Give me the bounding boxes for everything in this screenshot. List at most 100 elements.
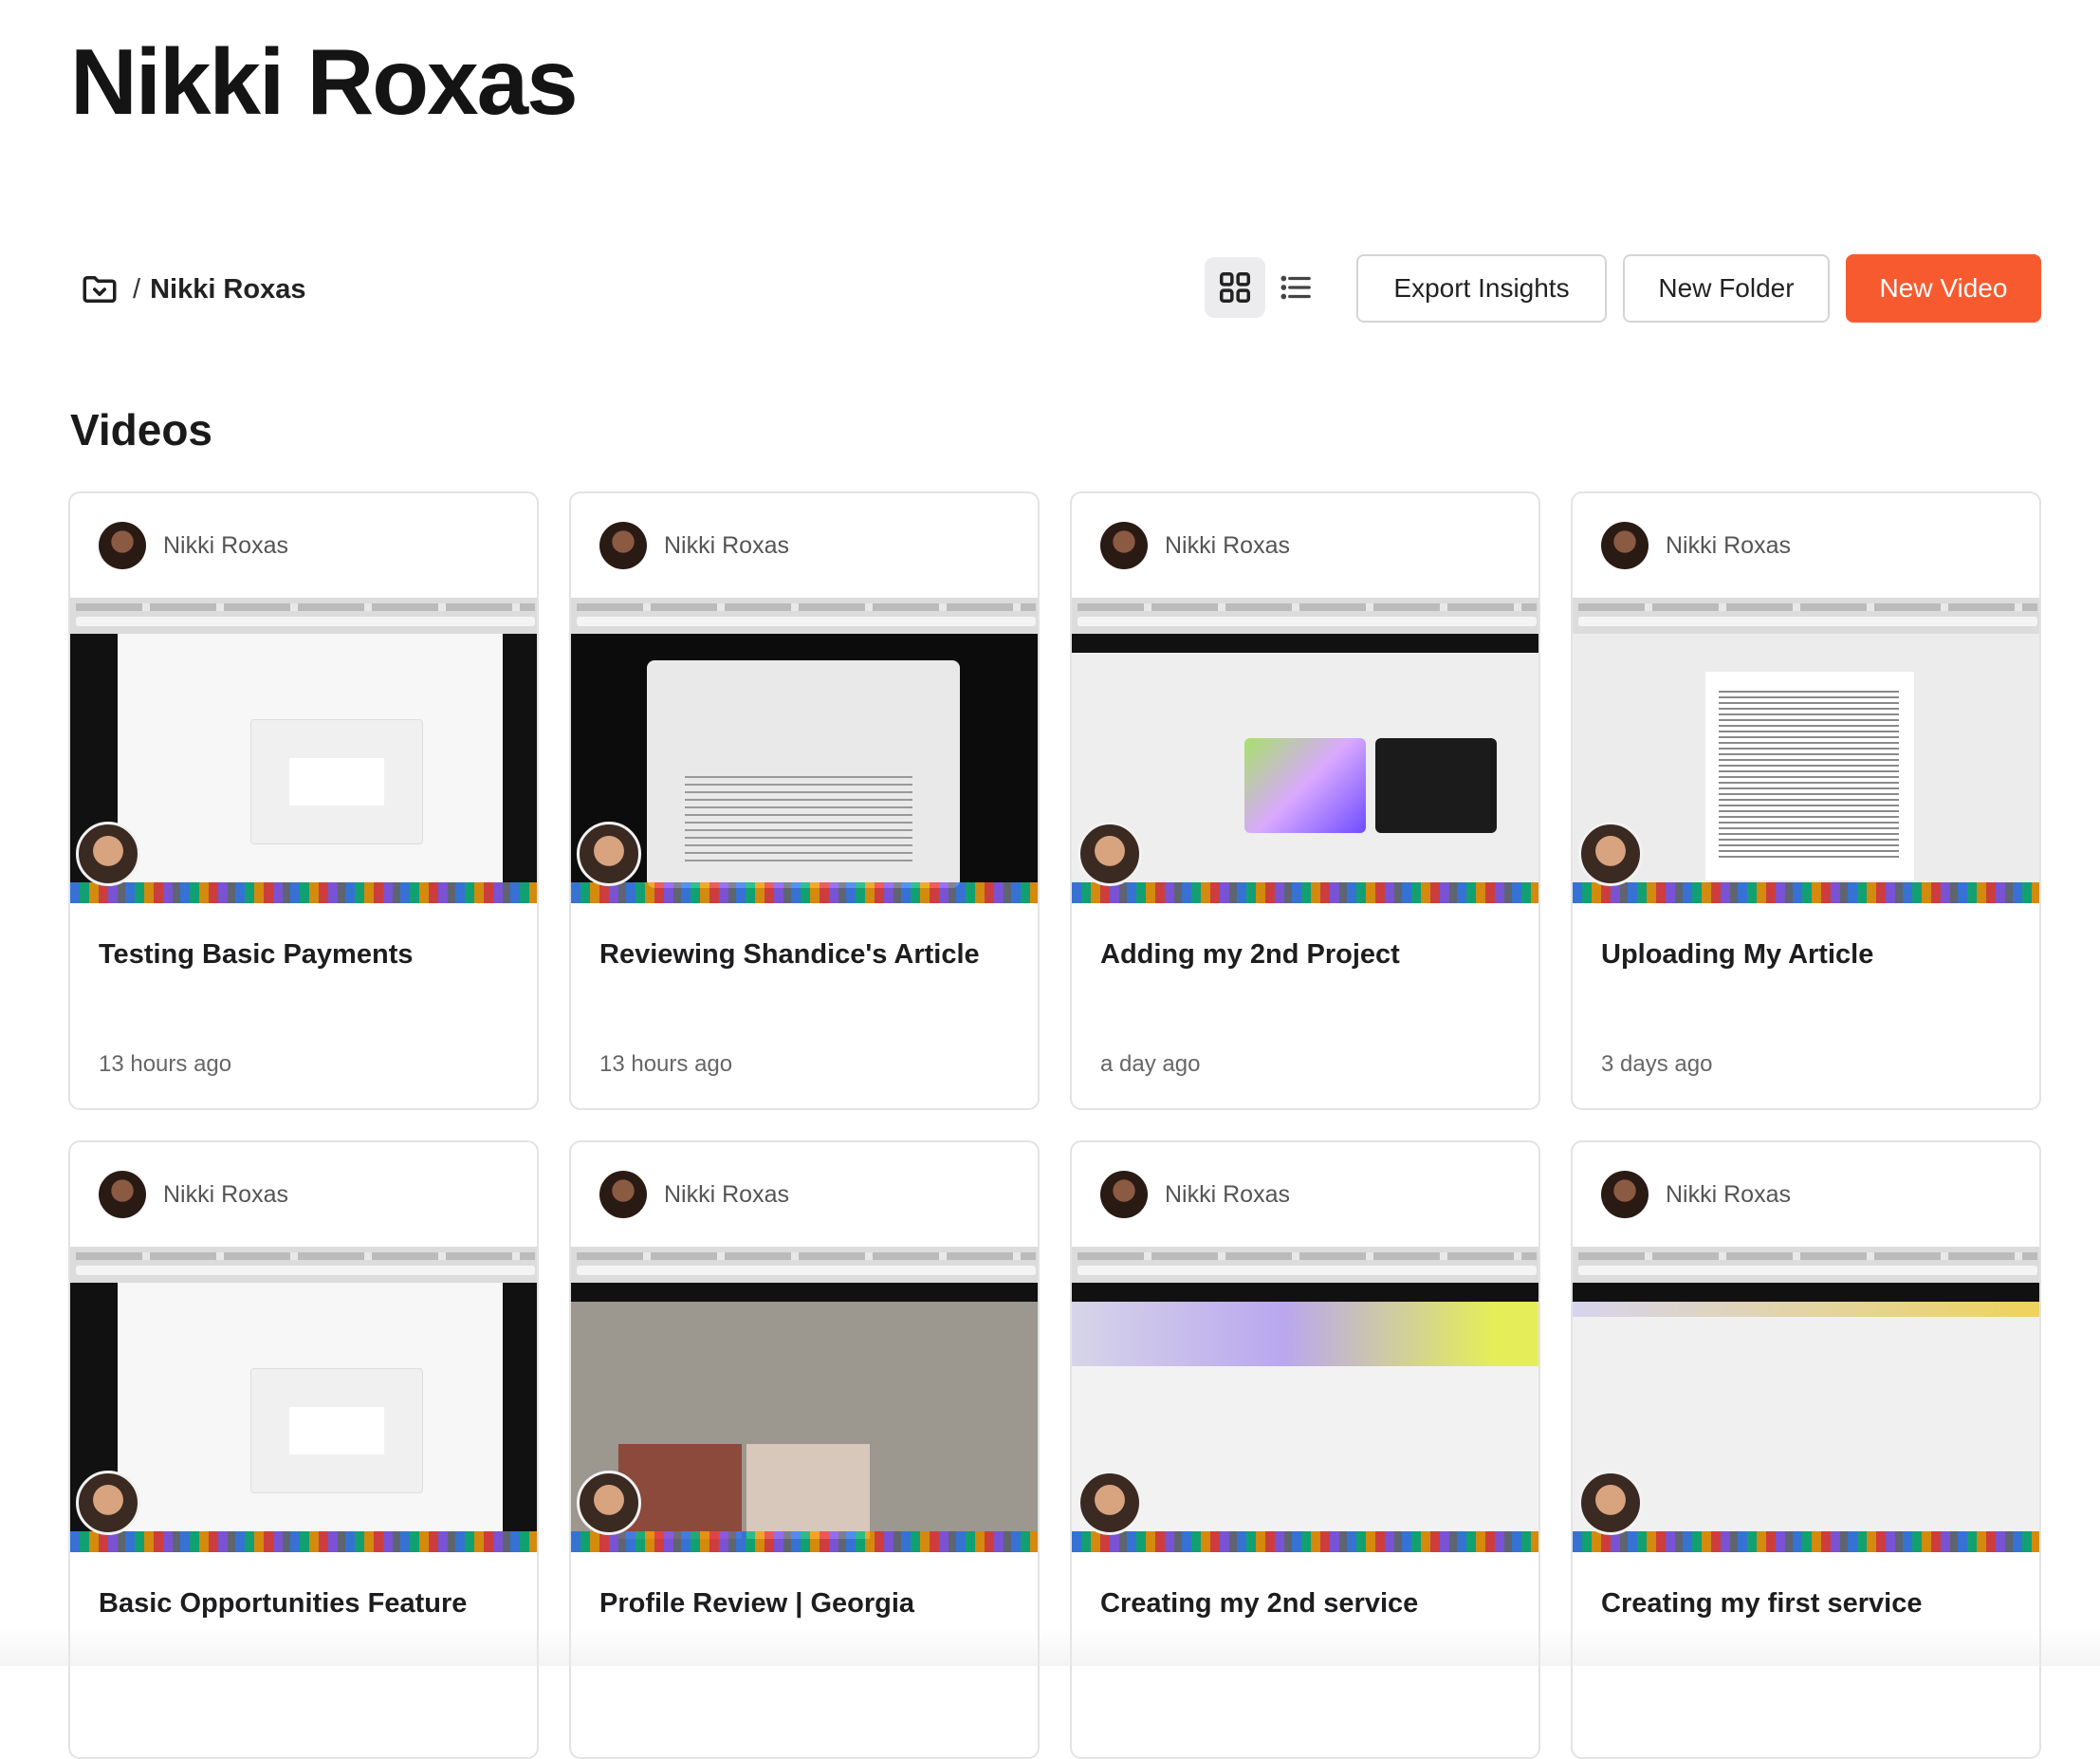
dock	[1573, 1531, 2039, 1552]
author-name: Nikki Roxas	[664, 531, 789, 559]
video-thumbnail[interactable]	[1072, 1247, 1538, 1552]
video-card[interactable]: Nikki Roxas Adding my 2nd Project a day …	[1070, 491, 1540, 1110]
dock	[571, 882, 1038, 903]
breadcrumb-current[interactable]: Nikki Roxas	[150, 274, 305, 306]
video-card[interactable]: Nikki Roxas Creating my 2nd service	[1070, 1140, 1540, 1759]
video-thumbnail[interactable]	[571, 598, 1038, 903]
author-name: Nikki Roxas	[163, 1180, 288, 1208]
screen-content	[70, 1283, 537, 1531]
video-card[interactable]: Nikki Roxas Reviewing Shandice's Article…	[569, 491, 1040, 1110]
author-name: Nikki Roxas	[163, 531, 288, 559]
avatar	[1100, 1171, 1148, 1218]
screen-content	[70, 634, 537, 882]
grid-icon	[1220, 272, 1250, 303]
video-card[interactable]: Nikki Roxas Basic Opportunities Feature	[68, 1140, 539, 1759]
video-card[interactable]: Nikki Roxas Uploading My Article 3 days …	[1571, 491, 2041, 1110]
browser-chrome	[70, 1247, 537, 1284]
dock	[1072, 1531, 1538, 1552]
video-thumbnail[interactable]	[1573, 1247, 2039, 1552]
video-title[interactable]: Adding my 2nd Project	[1100, 939, 1516, 971]
video-thumbnail[interactable]	[1573, 598, 2039, 903]
view-toggle	[1205, 257, 1326, 318]
webcam-bubble	[76, 1471, 140, 1535]
screen-content	[1573, 634, 2039, 882]
video-thumbnail[interactable]	[571, 1247, 1038, 1552]
video-title[interactable]: Creating my first service	[1601, 1588, 2017, 1620]
browser-chrome	[1573, 1247, 2039, 1284]
dock	[1072, 882, 1538, 903]
screen-content	[571, 634, 1038, 888]
webcam-bubble	[1078, 822, 1142, 886]
grid-view-button[interactable]	[1205, 257, 1265, 318]
dock	[571, 1531, 1038, 1552]
screen-content	[1072, 634, 1538, 882]
webcam-bubble	[1578, 822, 1643, 886]
video-timestamp: 13 hours ago	[99, 1051, 232, 1077]
video-thumbnail[interactable]	[1072, 598, 1538, 903]
browser-chrome	[1072, 1247, 1538, 1284]
card-header: Nikki Roxas	[1601, 1171, 1791, 1218]
card-header: Nikki Roxas	[1100, 522, 1290, 569]
author-name: Nikki Roxas	[1165, 1180, 1290, 1208]
webcam-bubble	[76, 822, 140, 886]
avatar	[599, 522, 647, 569]
list-view-button[interactable]	[1265, 257, 1326, 318]
avatar	[99, 1171, 146, 1218]
screen-content	[1573, 1283, 2039, 1531]
card-header: Nikki Roxas	[1601, 522, 1791, 569]
video-timestamp: 13 hours ago	[599, 1051, 733, 1077]
card-header: Nikki Roxas	[99, 1171, 288, 1218]
list-icon	[1280, 275, 1311, 300]
browser-chrome	[571, 598, 1038, 635]
video-title[interactable]: Testing Basic Payments	[99, 939, 514, 971]
webcam-bubble	[1078, 1471, 1142, 1535]
author-name: Nikki Roxas	[1666, 1180, 1791, 1208]
screen-content	[1072, 1283, 1538, 1531]
card-header: Nikki Roxas	[599, 1171, 789, 1218]
new-folder-button[interactable]: New Folder	[1623, 254, 1830, 323]
dock	[1573, 882, 2039, 903]
avatar	[1601, 522, 1649, 569]
video-title[interactable]: Reviewing Shandice's Article	[599, 939, 1015, 971]
video-title[interactable]: Profile Review | Georgia	[599, 1588, 1015, 1620]
dock	[70, 882, 537, 903]
avatar	[99, 522, 146, 569]
toolbar: / Nikki Roxas Export Insights New Folder…	[70, 254, 2041, 324]
webcam-bubble	[1578, 1471, 1643, 1535]
browser-chrome	[70, 598, 537, 635]
browser-chrome	[1573, 598, 2039, 635]
toolbar-actions: Export Insights New Folder New Video	[1356, 254, 2041, 323]
card-header: Nikki Roxas	[1100, 1171, 1290, 1218]
video-grid: Nikki Roxas Testing Basic Payments 13 ho…	[68, 491, 2041, 1759]
author-name: Nikki Roxas	[1666, 531, 1791, 559]
avatar	[1601, 1171, 1649, 1218]
author-name: Nikki Roxas	[664, 1180, 789, 1208]
new-video-button[interactable]: New Video	[1846, 254, 2041, 323]
breadcrumb: / Nikki Roxas	[70, 254, 305, 324]
card-header: Nikki Roxas	[599, 522, 789, 569]
author-name: Nikki Roxas	[1165, 531, 1290, 559]
avatar	[1100, 522, 1148, 569]
video-title[interactable]: Basic Opportunities Feature	[99, 1588, 514, 1620]
screen-content	[571, 1283, 1038, 1539]
page-title: Nikki Roxas	[70, 29, 579, 134]
avatar	[599, 1171, 647, 1218]
webcam-bubble	[577, 822, 641, 886]
video-title[interactable]: Uploading My Article	[1601, 939, 2017, 971]
video-thumbnail[interactable]	[70, 598, 537, 903]
breadcrumb-separator: /	[133, 273, 141, 305]
video-thumbnail[interactable]	[70, 1247, 537, 1552]
video-title[interactable]: Creating my 2nd service	[1100, 1588, 1516, 1620]
card-header: Nikki Roxas	[99, 522, 288, 569]
video-card[interactable]: Nikki Roxas Testing Basic Payments 13 ho…	[68, 491, 539, 1110]
browser-chrome	[571, 1247, 1038, 1284]
browser-chrome	[1072, 598, 1538, 635]
video-card[interactable]: Nikki Roxas Profile Review | Georgia	[569, 1140, 1040, 1759]
videos-section-title: Videos	[70, 405, 212, 454]
video-card[interactable]: Nikki Roxas Creating my first service	[1571, 1140, 2041, 1759]
video-timestamp: 3 days ago	[1601, 1051, 1713, 1077]
export-insights-button[interactable]: Export Insights	[1356, 254, 1607, 323]
dock	[70, 1531, 537, 1552]
folder-icon[interactable]	[80, 269, 120, 309]
video-timestamp: a day ago	[1100, 1051, 1201, 1077]
